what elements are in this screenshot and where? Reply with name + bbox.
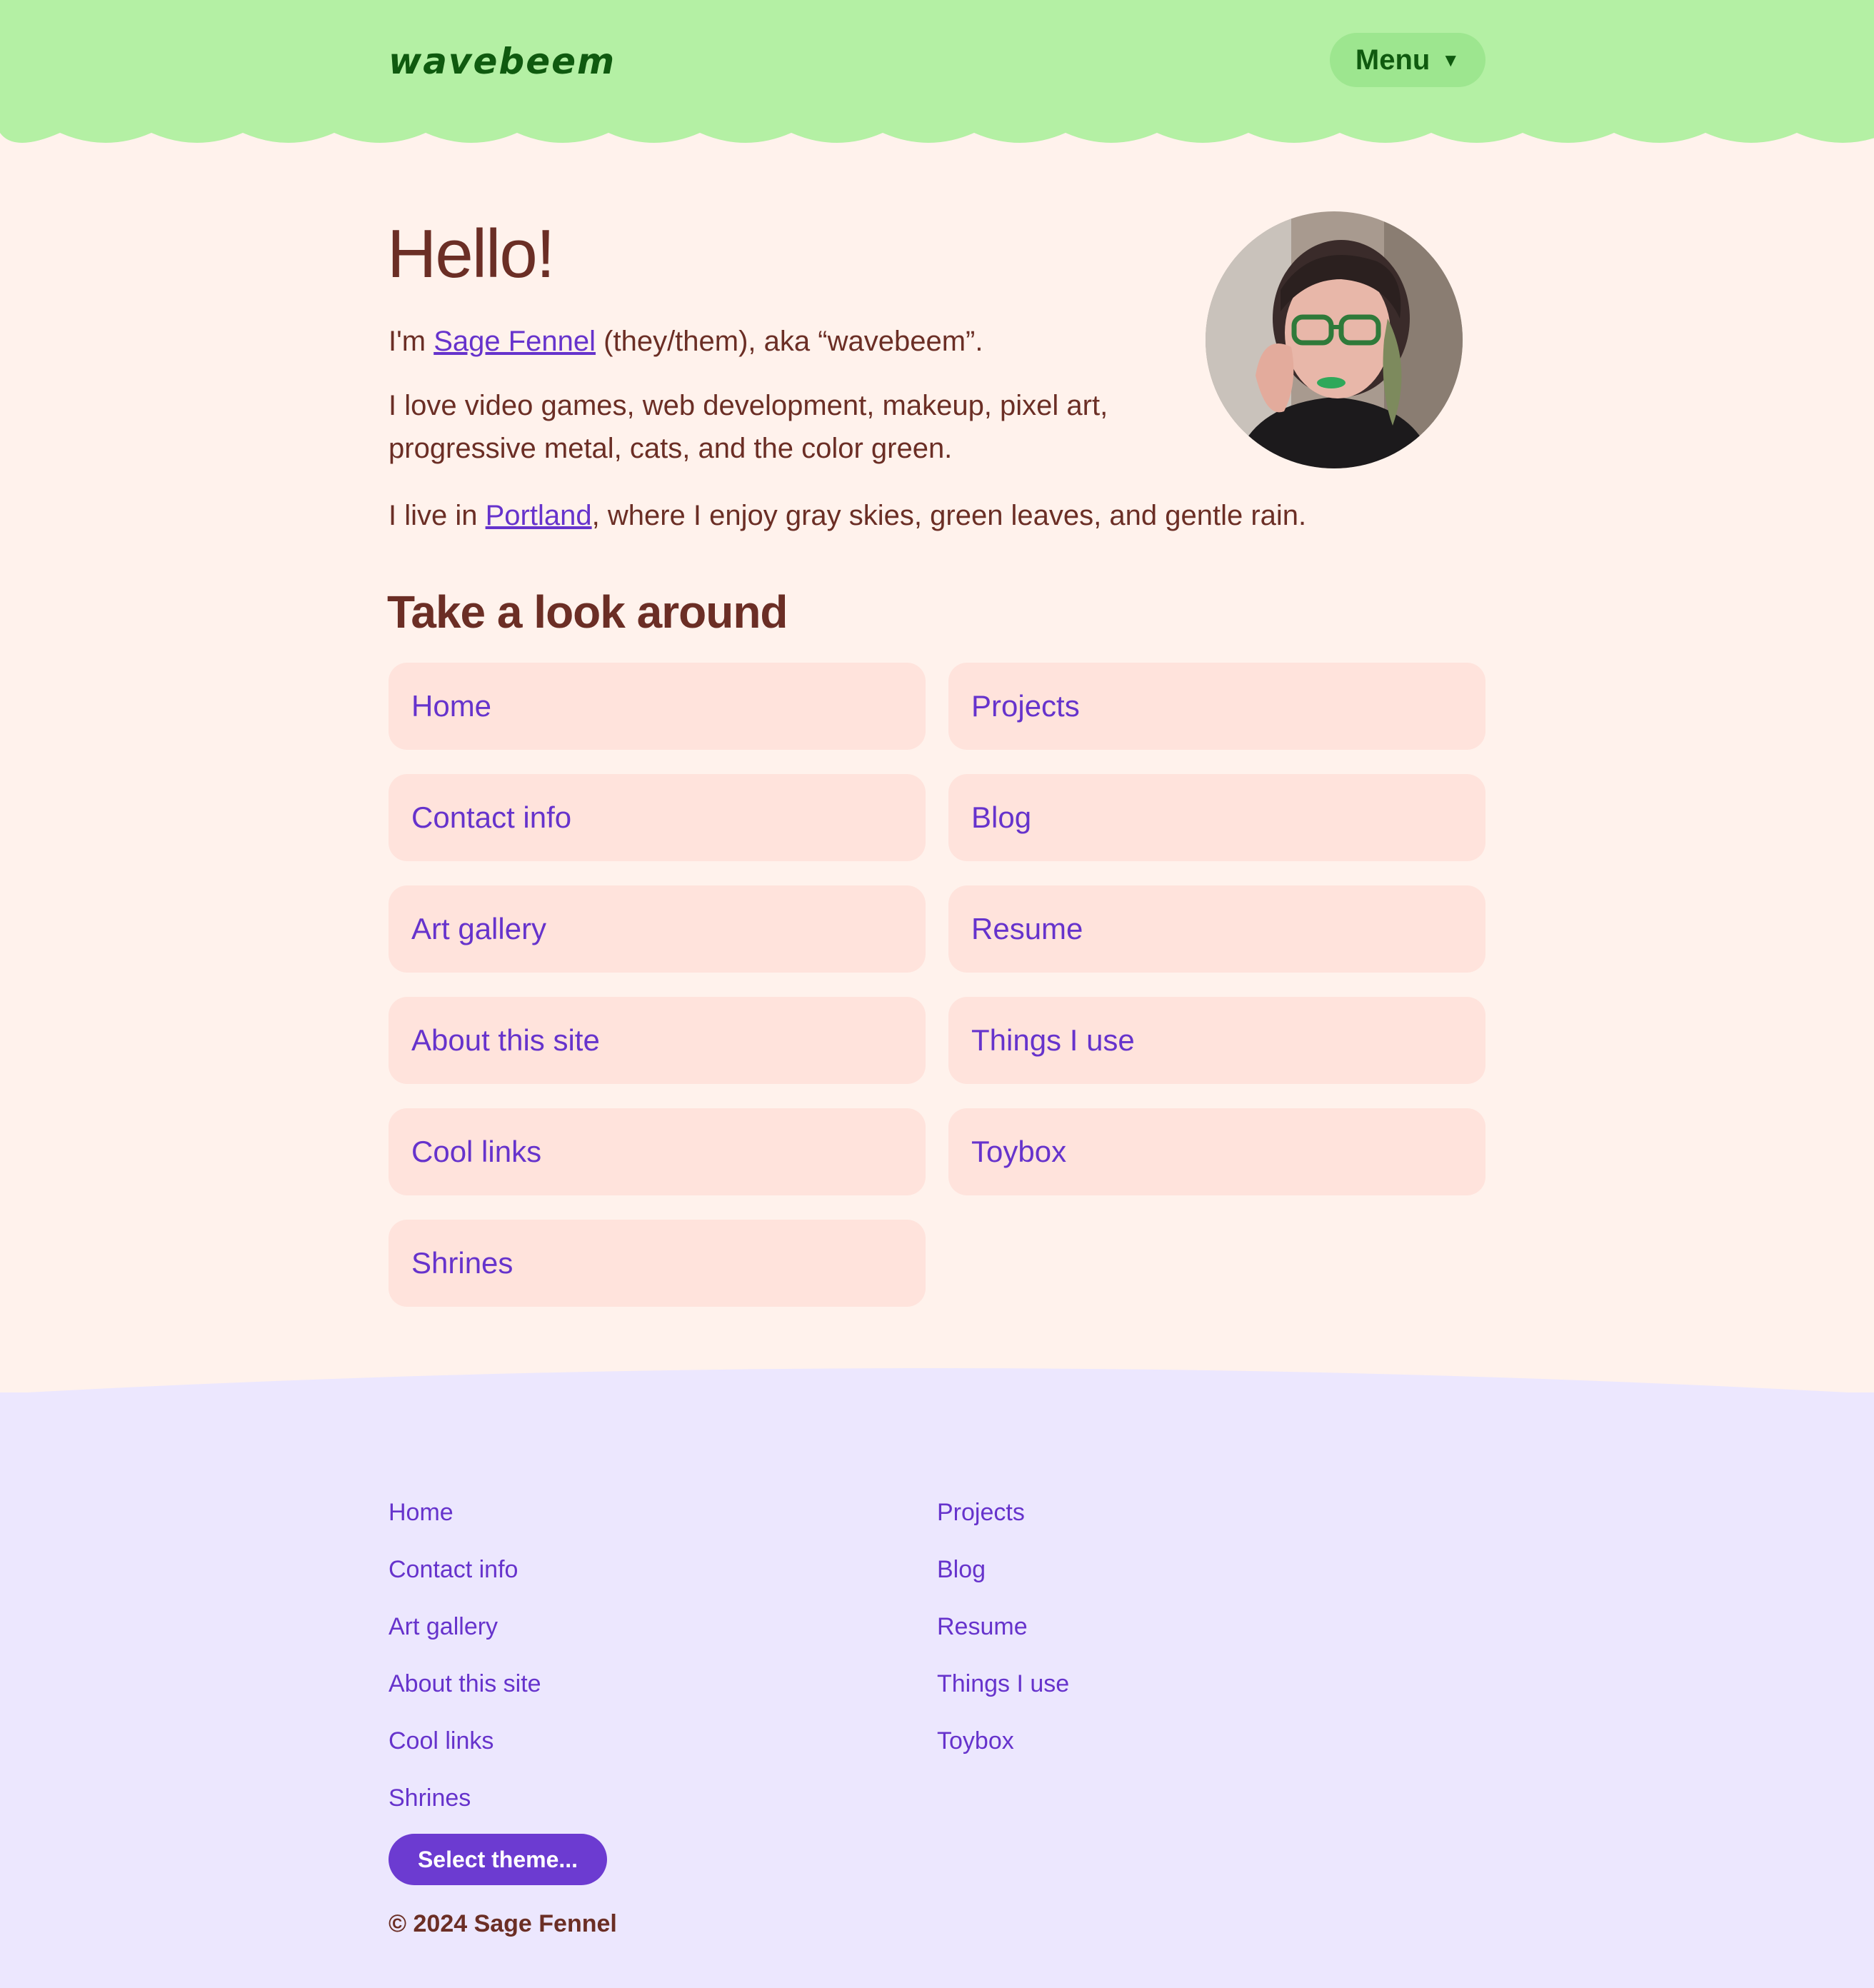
nav-tile-blog[interactable]: Blog [948,774,1485,861]
nav-tile-shrines[interactable]: Shrines [389,1220,926,1307]
nav-tile-home[interactable]: Home [389,663,926,750]
footer-link-blog[interactable]: Blog [937,1535,1069,1592]
site-logo[interactable]: wavebeem [389,40,616,83]
footer-link-shrines[interactable]: Shrines [389,1764,541,1821]
sage-fennel-link[interactable]: Sage Fennel [434,326,596,357]
intro-text: , where I enjoy gray skies, green leaves… [591,500,1307,531]
nav-tile-resume[interactable]: Resume [948,885,1485,973]
menu-label: Menu [1355,44,1430,76]
footer-link-projects[interactable]: Projects [937,1478,1069,1535]
footer-link-about-this-site[interactable]: About this site [389,1650,541,1707]
footer-link-things-i-use[interactable]: Things I use [937,1650,1069,1707]
footer-link-home[interactable]: Home [389,1478,541,1535]
select-theme-button[interactable]: Select theme... [389,1834,607,1885]
intro-paragraph-interests: I love video games, web development, mak… [389,390,1108,464]
intro-text: I live in [389,500,486,531]
footer-link-contact-info[interactable]: Contact info [389,1535,541,1592]
site-footer: Home Contact info Art gallery About this… [0,1368,1874,1988]
footer-curve-divider [0,1368,1874,1394]
site-header: wavebeem Menu ▼ [0,0,1874,133]
nav-tile-grid: Home Projects Contact info Blog Art gall… [389,663,1485,1307]
nav-tile-things-i-use[interactable]: Things I use [948,997,1485,1084]
intro-paragraph-location: I live in Portland, where I enjoy gray s… [389,494,1306,537]
caret-down-icon: ▼ [1441,49,1460,71]
portland-link[interactable]: Portland [486,500,592,531]
header-wave-divider [0,129,1874,143]
nav-tile-cool-links[interactable]: Cool links [389,1108,926,1195]
nav-tile-art-gallery[interactable]: Art gallery [389,885,926,973]
footer-links-right: Projects Blog Resume Things I use Toybox [937,1478,1069,1764]
intro-paragraph-name: I'm Sage Fennel (they/them), aka “wavebe… [389,320,983,363]
nav-tile-contact-info[interactable]: Contact info [389,774,926,861]
menu-button[interactable]: Menu ▼ [1330,33,1485,87]
footer-link-cool-links[interactable]: Cool links [389,1707,541,1764]
copyright-text: © 2024 Sage Fennel [389,1910,617,1937]
footer-link-art-gallery[interactable]: Art gallery [389,1592,541,1650]
footer-links-left: Home Contact info Art gallery About this… [389,1478,541,1821]
nav-tile-projects[interactable]: Projects [948,663,1485,750]
section-title: Take a look around [387,586,788,638]
page-title: Hello! [387,216,555,292]
intro-text: I'm [389,326,434,357]
footer-link-resume[interactable]: Resume [937,1592,1069,1650]
footer-link-toybox[interactable]: Toybox [937,1707,1069,1764]
nav-tile-about-this-site[interactable]: About this site [389,997,926,1084]
nav-tile-toybox[interactable]: Toybox [948,1108,1485,1195]
intro-text: (they/them), aka “wavebeem”. [596,326,983,357]
avatar [1206,211,1463,468]
